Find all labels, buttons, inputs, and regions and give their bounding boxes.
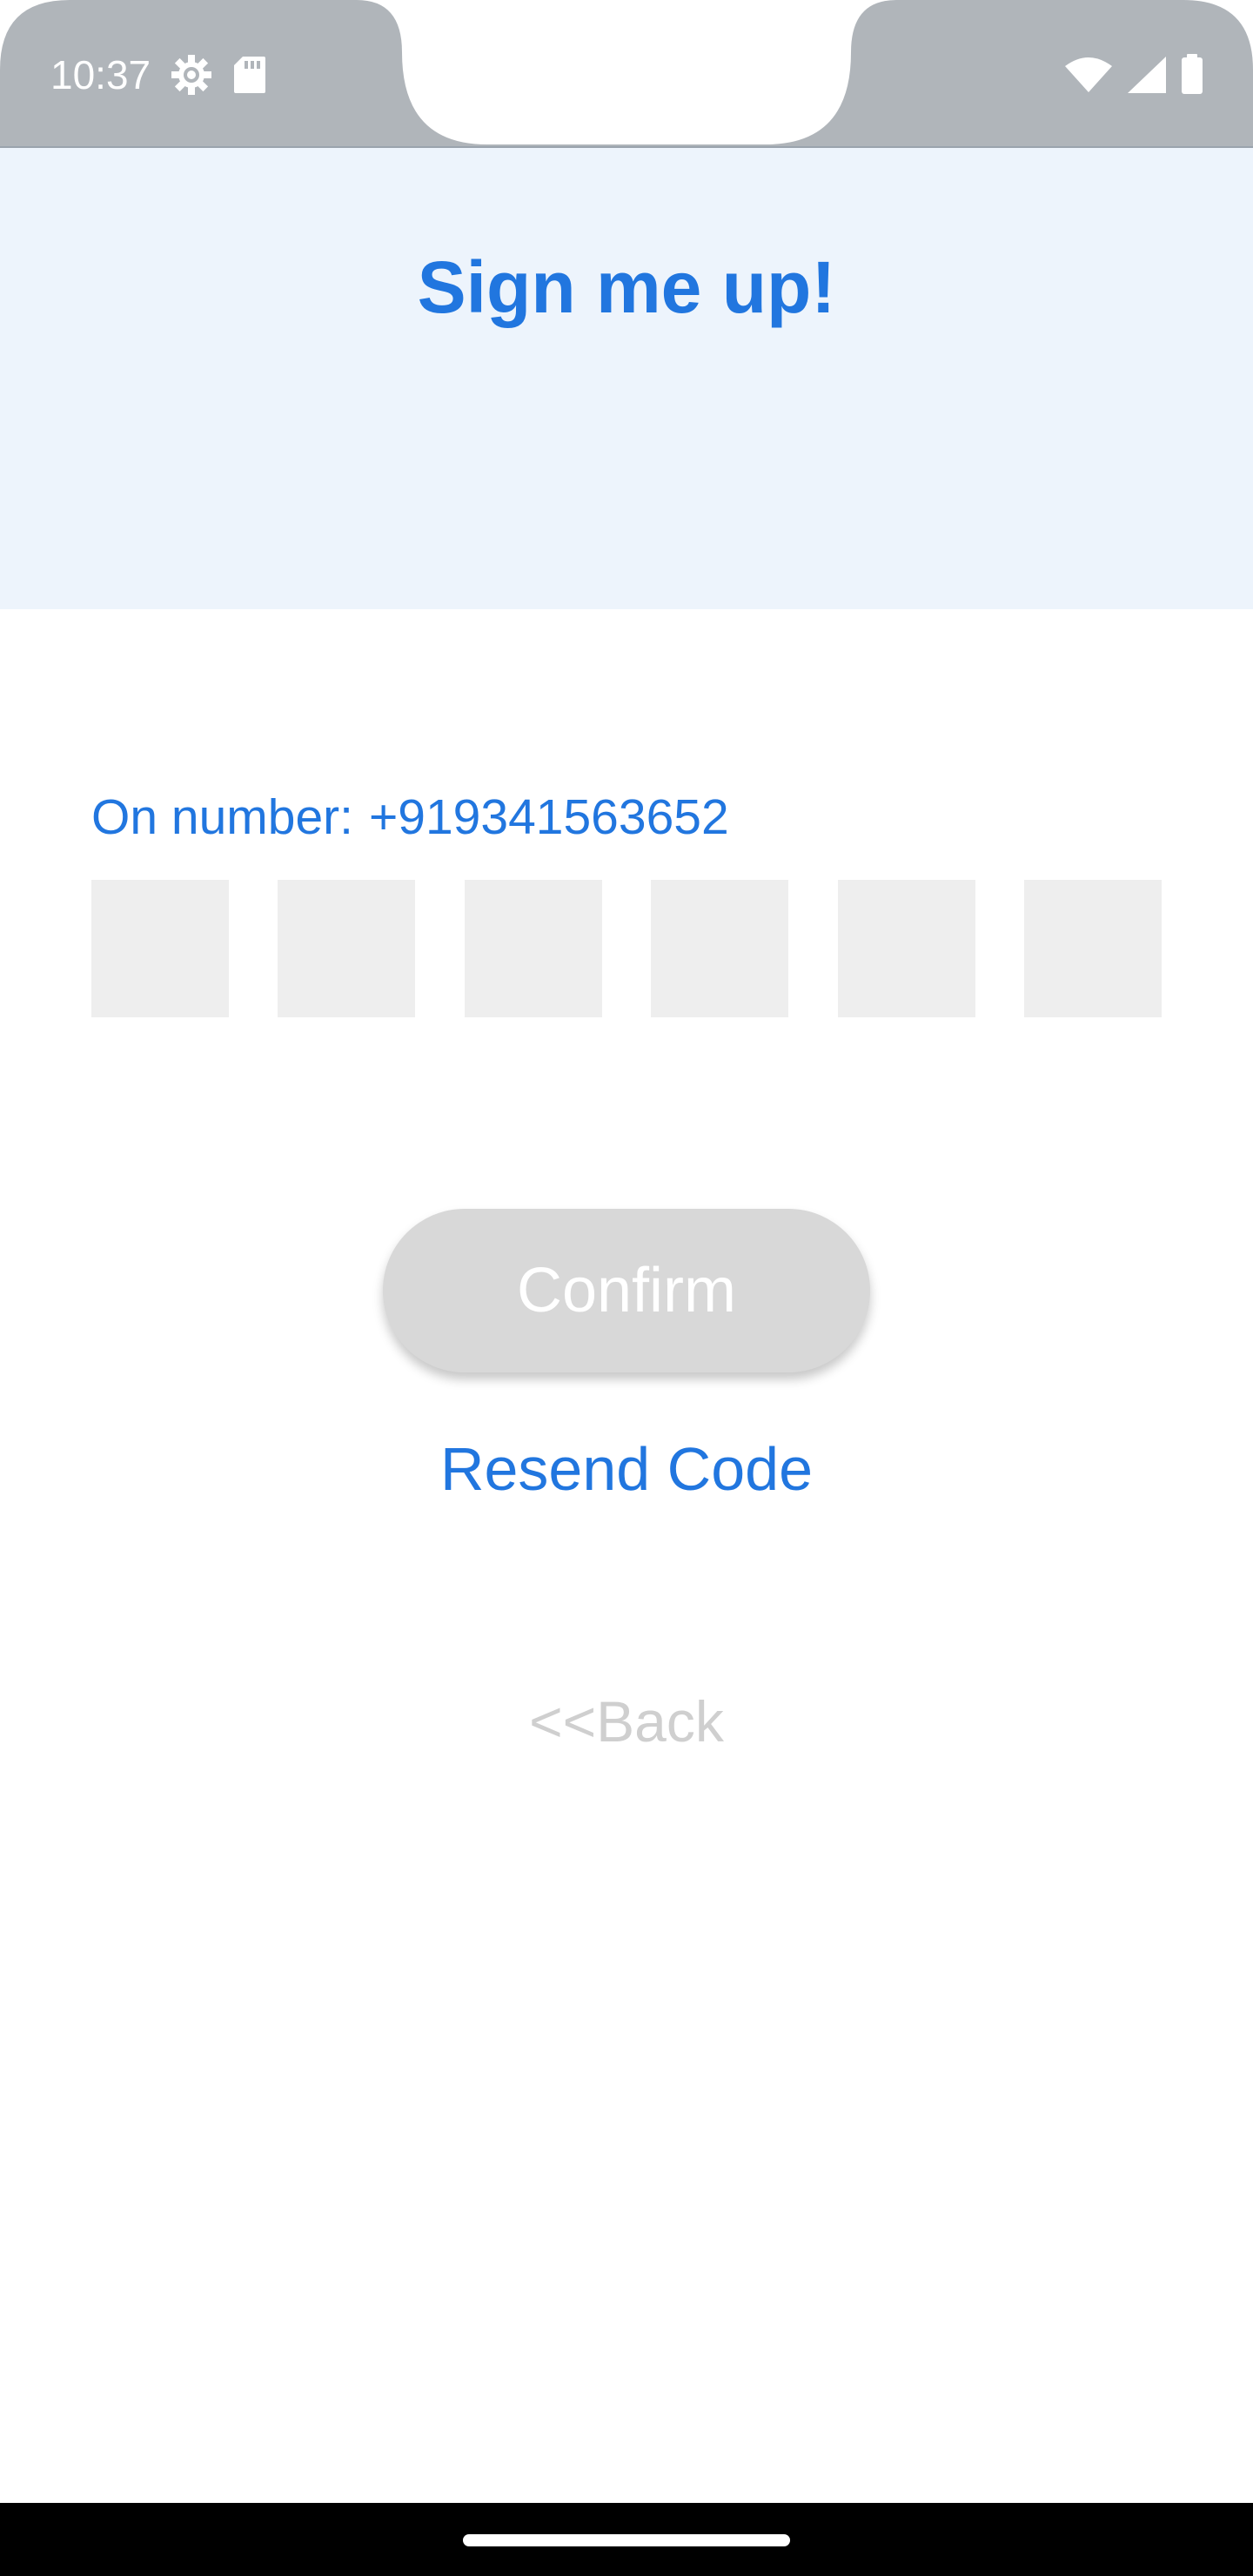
wifi-icon [1063, 56, 1114, 94]
settings-icon [170, 53, 213, 97]
code-digit-6-input[interactable] [1023, 880, 1162, 1017]
back-link[interactable]: <<Back [0, 1688, 1253, 1754]
code-digit-2-input[interactable] [278, 880, 416, 1017]
phone-number-label: On number: +919341563652 [91, 788, 729, 846]
header-banner: Sign me up! [0, 148, 1253, 609]
status-bar: 10:37 [0, 0, 1253, 148]
phone-number-value: +919341563652 [368, 789, 729, 845]
home-gesture-handle[interactable] [463, 2534, 790, 2546]
code-digit-1-input[interactable] [91, 880, 229, 1017]
resend-code-link[interactable]: Resend Code [0, 1434, 1253, 1504]
page-title: Sign me up! [417, 246, 836, 328]
system-navigation-bar [0, 2503, 1253, 2576]
battery-icon [1180, 54, 1204, 96]
cellular-signal-icon [1126, 55, 1168, 95]
code-digit-3-input[interactable] [464, 880, 602, 1017]
sd-card-icon [232, 55, 267, 95]
status-time: 10:37 [50, 52, 151, 97]
status-right-group [1063, 50, 1204, 99]
confirm-button-label: Confirm [516, 1256, 737, 1325]
number-prefix: On number: [91, 789, 353, 845]
signup-verification-screen: 10:37 Sign me up! On number: +9193415636… [0, 0, 1253, 2576]
confirm-button[interactable]: Confirm [383, 1209, 870, 1372]
status-left-group: 10:37 [50, 49, 267, 101]
verification-code-input [91, 880, 1162, 1017]
code-digit-4-input[interactable] [651, 880, 789, 1017]
code-digit-5-input[interactable] [837, 880, 975, 1017]
